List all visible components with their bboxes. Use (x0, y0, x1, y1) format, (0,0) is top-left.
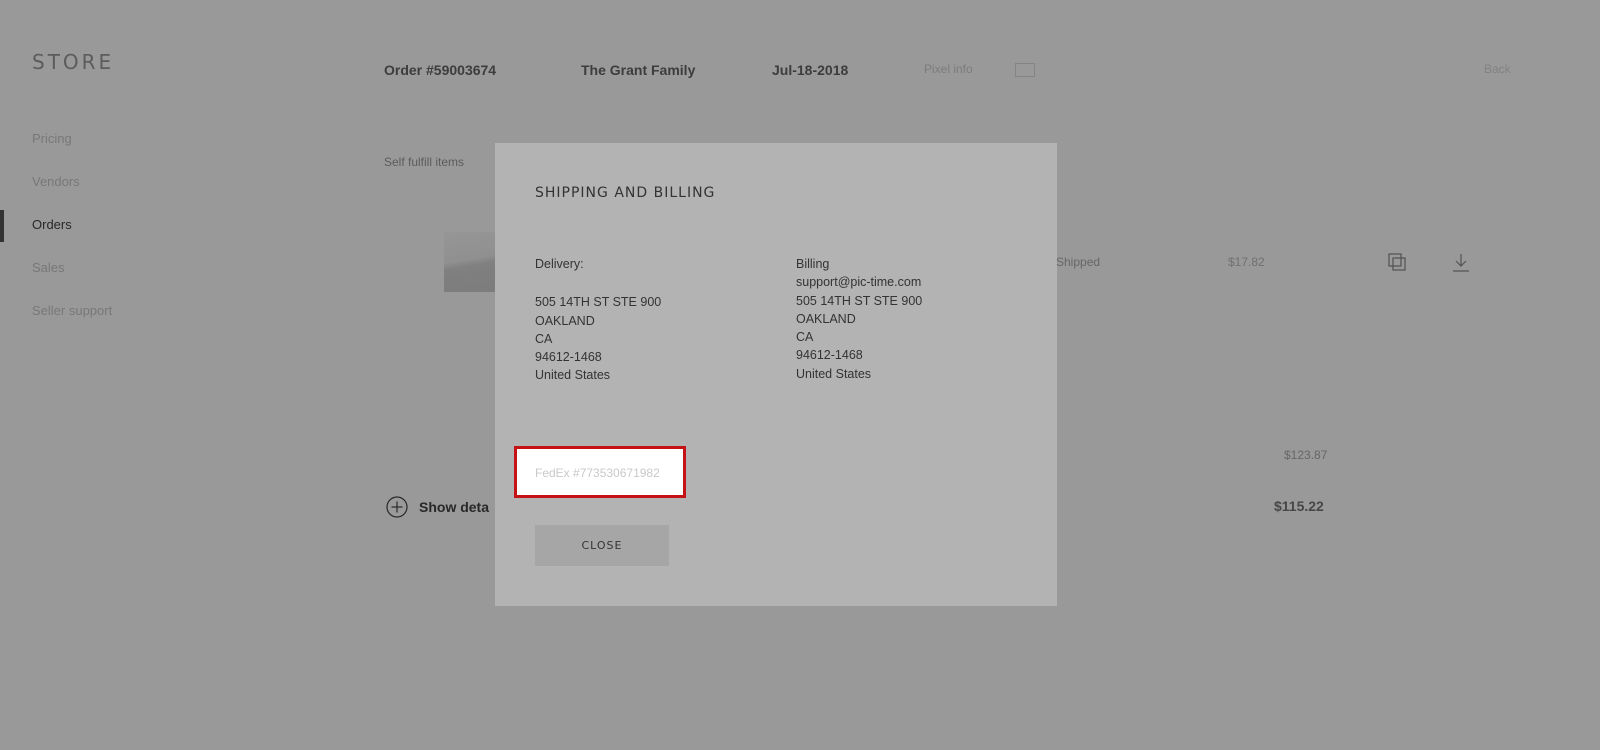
delivery-city: OAKLAND (535, 313, 595, 328)
delivery-street: 505 14TH ST STE 900 (535, 295, 662, 310)
billing-city: OAKLAND (796, 311, 856, 326)
tracking-number: FedEx #773530671982 (535, 466, 660, 480)
shipping-billing-dialog: SHIPPING AND BILLING Delivery: 505 14TH … (495, 143, 1057, 606)
billing-zip: 94612-1468 (796, 348, 863, 363)
billing-email: support@pic-time.com (796, 275, 922, 290)
delivery-address: Delivery: 505 14TH ST STE 900 OAKLAND CA… (535, 255, 661, 385)
delivery-country: United States (535, 368, 611, 383)
delivery-zip: 94612-1468 (535, 350, 602, 365)
billing-heading: Billing (796, 257, 830, 271)
dialog-title: SHIPPING AND BILLING (535, 185, 716, 201)
billing-state: CA (796, 330, 814, 345)
close-button[interactable]: CLOSE (535, 525, 669, 566)
delivery-state: CA (535, 331, 553, 346)
billing-address: Billing support@pic-time.com 505 14TH ST… (796, 255, 922, 383)
delivery-heading: Delivery: (535, 257, 584, 271)
billing-street: 505 14TH ST STE 900 (796, 293, 923, 308)
billing-country: United States (796, 366, 872, 381)
tracking-number-box[interactable]: FedEx #773530671982 (514, 446, 686, 498)
